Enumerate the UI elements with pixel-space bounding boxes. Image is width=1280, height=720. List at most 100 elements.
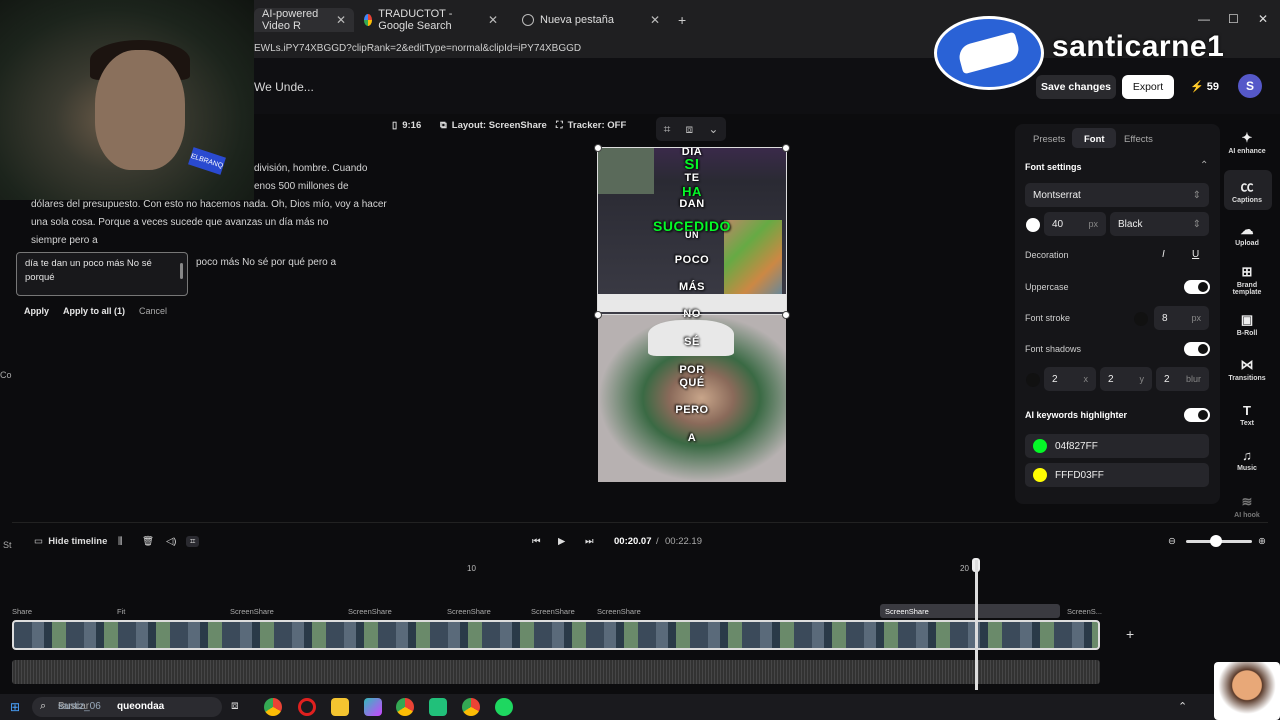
resize-handle[interactable] xyxy=(782,311,790,319)
shadow-blur-input[interactable]: 2 blur xyxy=(1156,367,1209,391)
cancel-button[interactable]: Cancel xyxy=(139,306,167,316)
chrome-icon[interactable] xyxy=(264,698,282,716)
segment-label[interactable]: ScreenShare xyxy=(348,607,392,616)
shadows-toggle[interactable] xyxy=(1184,342,1210,356)
tracker-button[interactable]: ⛶ Tracker: OFF xyxy=(556,120,626,131)
tab-presets[interactable]: Presets xyxy=(1033,134,1065,145)
windows-start-icon[interactable]: ⊞ xyxy=(10,700,20,714)
shadow-x-input[interactable]: 2 x xyxy=(1044,367,1096,391)
font-family-select[interactable]: Montserrat ⇕ xyxy=(1025,183,1209,207)
split-icon[interactable]: ⫼ xyxy=(118,536,122,547)
resize-handle[interactable] xyxy=(782,144,790,152)
underline-icon[interactable]: U xyxy=(1192,249,1199,260)
nav-music[interactable]: ♫ Music xyxy=(1224,448,1270,472)
segment-label[interactable]: ScreenShare xyxy=(597,607,641,616)
skip-back-icon[interactable]: ⏮ xyxy=(532,536,541,547)
segment-label[interactable]: Fit xyxy=(117,607,125,616)
apply-button[interactable]: Apply xyxy=(24,306,49,316)
chevron-up-icon[interactable]: ⌃ xyxy=(1178,700,1187,713)
caption-edit-field[interactable]: día te dan un poco más No sé porqué xyxy=(16,252,188,296)
chevron-up-icon[interactable]: ⌃ xyxy=(1200,160,1208,171)
play-icon[interactable]: ▶ xyxy=(558,536,565,547)
crop-icon[interactable]: ⌗ xyxy=(664,122,671,137)
nav-ai-hook[interactable]: ≋ AI hook xyxy=(1224,494,1270,519)
minimize-icon[interactable]: — xyxy=(1198,12,1210,26)
tab-effects[interactable]: Effects xyxy=(1124,134,1153,145)
segment-label[interactable]: ScreenShare xyxy=(447,607,491,616)
window-close-icon[interactable]: ✕ xyxy=(1258,12,1268,26)
nav-captions[interactable]: ㏄ Captions xyxy=(1224,176,1270,204)
nav-text[interactable]: T Text xyxy=(1224,403,1270,427)
new-tab-icon[interactable]: + xyxy=(678,12,686,28)
segment-label[interactable]: ScreenShare xyxy=(230,607,274,616)
transcript-line[interactable]: enos 500 millones de xyxy=(254,178,349,196)
close-icon[interactable]: ✕ xyxy=(488,13,498,27)
copilot-icon[interactable] xyxy=(364,698,382,716)
italic-icon[interactable]: I xyxy=(1162,249,1165,260)
export-button[interactable]: Export xyxy=(1122,75,1174,99)
layout-button[interactable]: ⧉ Layout: ScreenShare xyxy=(440,120,547,131)
nav-upload[interactable]: ☁ Upload xyxy=(1224,222,1270,247)
font-color-swatch[interactable] xyxy=(1026,218,1040,232)
selection-frame[interactable] xyxy=(597,147,787,315)
playhead[interactable] xyxy=(975,560,978,690)
keywords-toggle[interactable] xyxy=(1184,408,1210,422)
stroke-size-input[interactable]: 8 px xyxy=(1154,306,1209,330)
zoom-in-icon[interactable]: ⊕ xyxy=(1258,536,1266,547)
chrome-icon[interactable] xyxy=(462,698,480,716)
nav-b-roll[interactable]: ▣ B-Roll xyxy=(1224,312,1270,337)
app-icon[interactable] xyxy=(429,698,447,716)
shadow-y-input[interactable]: 2 y xyxy=(1100,367,1152,391)
close-icon[interactable]: ✕ xyxy=(650,13,660,27)
opera-icon[interactable] xyxy=(298,698,316,716)
highlight-color-2[interactable]: FFFD03FF xyxy=(1025,463,1209,487)
chevron-down-icon[interactable]: ⌄ xyxy=(708,122,718,136)
transcript-line[interactable]: división, hombre. Cuando xyxy=(254,160,367,178)
chrome-icon[interactable] xyxy=(396,698,414,716)
transcript-line[interactable]: siempre pero a xyxy=(31,232,98,250)
apply-all-button[interactable]: Apply to all (1) xyxy=(63,306,125,316)
resize-handle[interactable] xyxy=(594,144,602,152)
project-title[interactable]: We Unde... xyxy=(254,80,314,94)
skip-forward-icon[interactable]: ⏭ xyxy=(585,536,594,547)
transcript-line[interactable]: dólares del presupuesto. Con esto no hac… xyxy=(31,196,387,214)
edit-scrollbar[interactable] xyxy=(180,263,183,279)
segment-label[interactable]: ScreenShare xyxy=(885,607,929,616)
close-icon[interactable]: ✕ xyxy=(336,13,346,27)
segment-label[interactable]: ScreenShare xyxy=(531,607,575,616)
audio-waveform-track[interactable] xyxy=(12,660,1100,684)
resize-handle[interactable] xyxy=(594,311,602,319)
zoom-out-icon[interactable]: ⊖ xyxy=(1168,536,1176,547)
nav-transitions[interactable]: ⋈ Transitions xyxy=(1224,357,1270,382)
tab-font[interactable]: Font xyxy=(1084,134,1105,145)
font-weight-select[interactable]: Black ⇕ xyxy=(1110,212,1209,236)
save-button[interactable]: Save changes xyxy=(1036,75,1116,99)
shadow-color-swatch[interactable] xyxy=(1026,373,1040,387)
stroke-color-swatch[interactable] xyxy=(1134,312,1148,326)
hide-timeline-button[interactable]: ▭ Hide timeline xyxy=(34,536,107,547)
add-clip-icon[interactable]: + xyxy=(1126,626,1134,642)
tab-traductot[interactable]: TRADUCTOT - Google Search ✕ xyxy=(356,8,506,32)
font-size-input[interactable]: 40 px xyxy=(1044,212,1106,236)
nav-ai-enhance[interactable]: ✦ AI enhance xyxy=(1224,130,1270,155)
maximize-icon[interactable]: ☐ xyxy=(1228,12,1239,26)
timeline-ruler[interactable]: 10 20 xyxy=(12,560,1102,574)
zoom-knob[interactable] xyxy=(1210,535,1222,547)
uppercase-toggle[interactable] xyxy=(1184,280,1210,294)
segment-label[interactable]: ScreenS... xyxy=(1067,607,1102,616)
tab-ai-video[interactable]: AI-powered Video R ✕ xyxy=(254,8,354,32)
folder-icon[interactable] xyxy=(331,698,349,716)
transcript-line[interactable]: poco más No sé por qué pero a xyxy=(196,254,336,272)
swap-layout-icon[interactable]: ⧈ xyxy=(686,122,694,137)
tab-nueva[interactable]: Nueva pestaña ✕ xyxy=(514,8,668,32)
avatar[interactable]: S xyxy=(1238,74,1262,98)
volume-icon[interactable]: ◁) xyxy=(166,536,176,547)
transcript-line[interactable]: una sola cosa. Porque a veces sucede que… xyxy=(31,214,328,232)
snap-icon[interactable]: ⌗ xyxy=(186,536,200,547)
task-view-icon[interactable]: ⧈ xyxy=(231,698,249,716)
aspect-ratio-button[interactable]: ▯ 9:16 xyxy=(392,120,421,131)
font-settings-heading[interactable]: Font settings xyxy=(1025,162,1082,172)
spotify-icon[interactable] xyxy=(495,698,513,716)
segment-label[interactable]: Share xyxy=(12,607,32,616)
video-track[interactable] xyxy=(12,620,1100,650)
